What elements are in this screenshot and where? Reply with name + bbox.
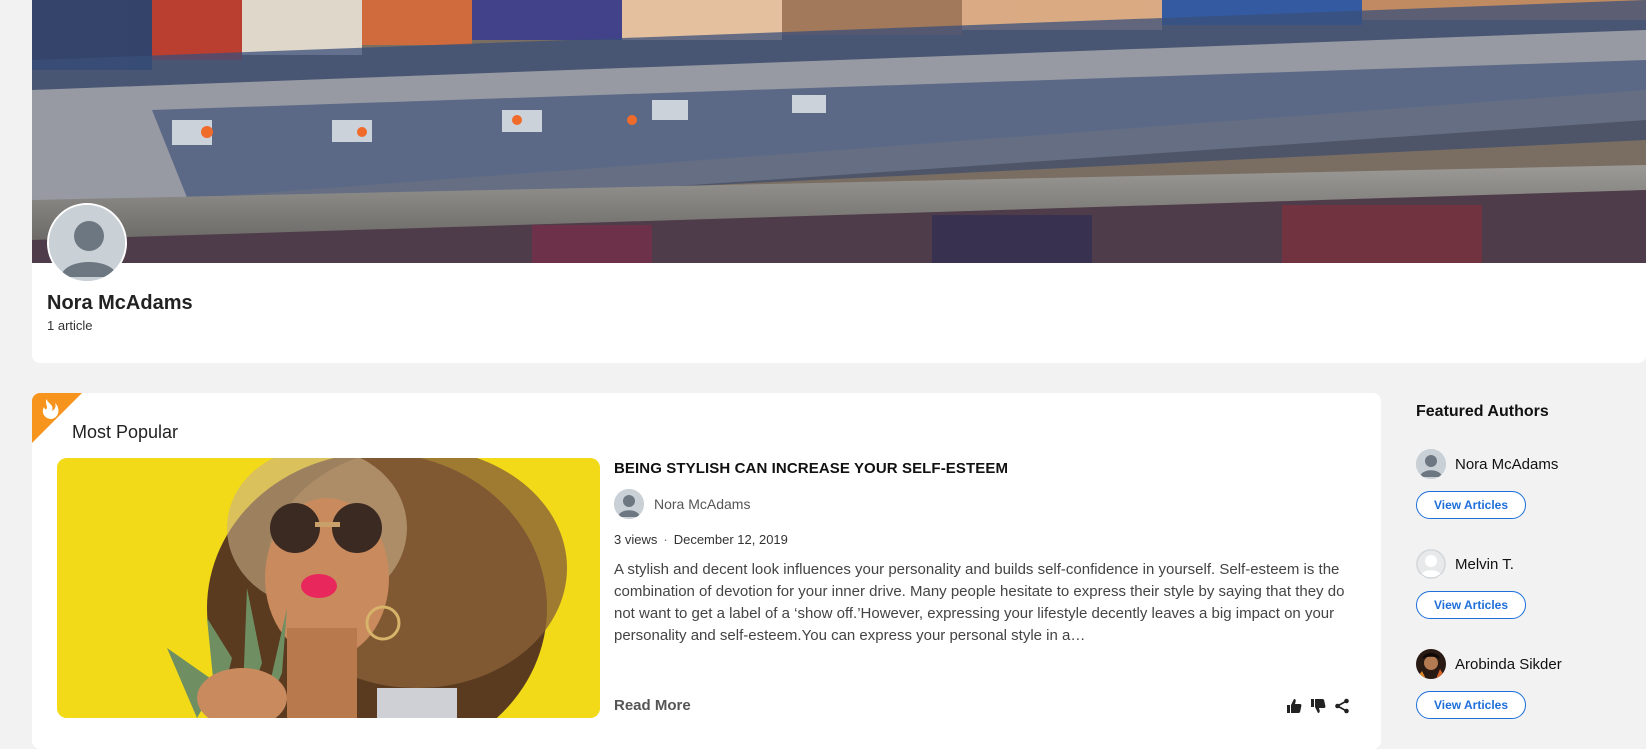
article-meta: 3 views · December 12, 2019 xyxy=(614,532,788,547)
section-title: Most Popular xyxy=(72,422,179,442)
author-name[interactable]: Nora McAdams xyxy=(654,496,750,512)
read-more-link[interactable]: Read More xyxy=(614,697,691,714)
article-author[interactable]: Nora McAdams xyxy=(614,489,750,519)
author-avatar[interactable] xyxy=(1416,549,1446,579)
article-count: 1 article xyxy=(47,318,93,333)
meta-separator: · xyxy=(663,532,668,547)
featured-title: Featured Authors xyxy=(1416,403,1549,420)
thumbs-down-icon[interactable] xyxy=(1310,698,1326,714)
featured-author-name[interactable]: Nora McAdams xyxy=(1455,456,1558,473)
article-excerpt: A stylish and decent look influences you… xyxy=(614,561,1345,644)
thumbs-up-icon[interactable] xyxy=(1286,698,1302,714)
view-articles-button[interactable]: View Articles xyxy=(1416,491,1526,519)
view-articles-button[interactable]: View Articles xyxy=(1416,691,1526,719)
cover-image xyxy=(32,0,1646,263)
featured-author-item: Arobinda Sikder View Articles xyxy=(1416,649,1636,729)
article-date: December 12, 2019 xyxy=(673,532,788,547)
article-image[interactable] xyxy=(57,458,600,718)
view-articles-button[interactable]: View Articles xyxy=(1416,591,1526,619)
featured-author-name[interactable]: Melvin T. xyxy=(1455,556,1514,573)
author-avatar xyxy=(614,489,644,519)
featured-author-name[interactable]: Arobinda Sikder xyxy=(1455,656,1562,673)
profile-avatar xyxy=(47,203,127,283)
article-title[interactable]: BEING STYLISH CAN INCREASE YOUR SELF-EST… xyxy=(614,460,1008,477)
author-avatar[interactable] xyxy=(1416,449,1446,479)
profile-card: Nora McAdams 1 article xyxy=(32,0,1646,363)
share-icon[interactable] xyxy=(1334,698,1350,714)
article-actions xyxy=(1286,698,1350,714)
view-count: 3 views xyxy=(614,532,658,547)
profile-name: Nora McAdams xyxy=(47,292,193,314)
featured-author-item: Melvin T. View Articles xyxy=(1416,549,1636,629)
author-avatar[interactable] xyxy=(1416,649,1446,679)
featured-author-item: Nora McAdams View Articles xyxy=(1416,449,1636,529)
most-popular-card: Most Popular BEING STYLISH CAN INCREASE … xyxy=(32,393,1381,749)
